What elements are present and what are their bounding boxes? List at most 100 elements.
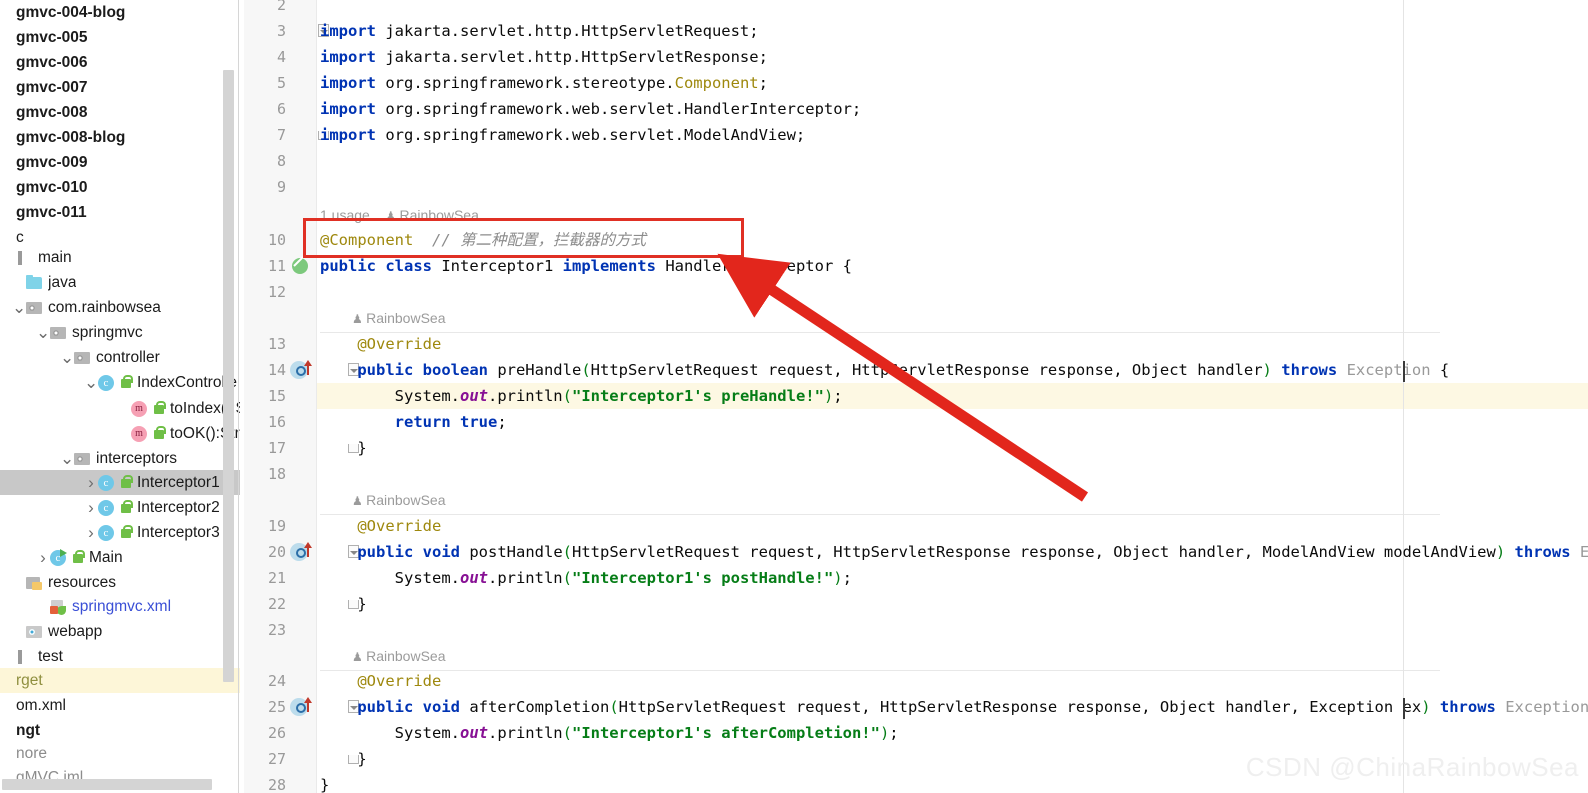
tree-item-rget[interactable]: rget: [0, 668, 240, 693]
code-line[interactable]: import jakarta.servlet.http.HttpServletR…: [320, 44, 768, 70]
code-line[interactable]: }: [320, 746, 366, 772]
tree-item-com-rainbowsea[interactable]: ⌄ com.rainbowsea: [0, 295, 240, 320]
tree-item-took-strin[interactable]: toOK():Strin: [0, 421, 240, 446]
sidebar-horizontal-scrollbar[interactable]: [2, 779, 212, 790]
inlay-hint[interactable]: ♟ RainbowSea: [352, 307, 445, 329]
code-token: (: [609, 698, 619, 716]
code-token: preHandle: [497, 361, 582, 379]
spring-bean-icon[interactable]: [292, 258, 308, 274]
editor-gutter[interactable]: 2 3 4 5 6 7 8 9 10 11 12 13 14 15 16 17 18 19 20 21 22 23 24 25…: [240, 0, 317, 793]
inlay-hint[interactable]: 1 usage ♟ RainbowSea: [320, 204, 479, 226]
tree-item-java[interactable]: java: [0, 270, 240, 295]
tree-item-springmvc[interactable]: ⌄ springmvc: [0, 320, 240, 345]
code-line[interactable]: @Override: [320, 668, 441, 694]
code-token: System.: [394, 387, 460, 405]
tree-item-gmvc-011[interactable]: gmvc-011: [0, 200, 240, 225]
tree-item-gmvc-008-blog[interactable]: gmvc-008-blog: [0, 125, 240, 150]
chevron-down-icon[interactable]: ⌄: [60, 349, 74, 366]
tree-item-interceptors[interactable]: ⌄ interceptors: [0, 446, 240, 471]
implements-arrow-icon[interactable]: [304, 542, 313, 558]
tree-item-gmvc-010[interactable]: gmvc-010: [0, 175, 240, 200]
line-number: 20: [267, 543, 286, 561]
tree-item-gmvc-004-blog[interactable]: gmvc-004-blog: [0, 0, 240, 25]
tree-item-indexcontrolle[interactable]: ⌄ IndexControlle: [0, 370, 240, 395]
project-tree-panel[interactable]: gmvc-004-blog gmvc-005 gmvc-006 gmvc-007…: [0, 0, 240, 793]
chevron-down-icon[interactable]: ⌄: [12, 299, 26, 316]
tree-item-label: main: [38, 248, 72, 266]
code-editor[interactable]: 2 3 4 5 6 7 8 9 10 11 12 13 14 15 16 17 18 19 20 21 22 23 24 25…: [240, 0, 1588, 793]
chevron-down-icon[interactable]: ⌄: [84, 374, 98, 391]
tree-item-main[interactable]: main: [0, 245, 240, 270]
author-hint[interactable]: RainbowSea: [366, 492, 445, 508]
code-token: import: [320, 74, 386, 92]
tree-item-om-xml[interactable]: om.xml: [0, 693, 240, 718]
author-hint[interactable]: RainbowSea: [366, 310, 445, 326]
tree-item-springmvc-xml[interactable]: springmvc.xml: [0, 594, 240, 619]
code-line[interactable]: import org.springframework.stereotype.Co…: [320, 70, 768, 96]
tree-item-gmvc-007[interactable]: gmvc-007: [0, 75, 240, 100]
code-token: class: [385, 257, 442, 275]
panel-divider[interactable]: [238, 0, 239, 793]
inlay-hint[interactable]: ♟ RainbowSea: [352, 489, 445, 511]
tree-item-ngt[interactable]: ngt: [0, 718, 240, 743]
code-line[interactable]: public class Interceptor1 implements Han…: [320, 253, 852, 279]
tree-item-toindex-st[interactable]: toIndex():St: [0, 396, 240, 421]
chevron-right-icon[interactable]: ›: [84, 499, 98, 516]
tree-item-label: com.rainbowsea: [48, 298, 161, 316]
chevron-down-icon[interactable]: ⌄: [36, 324, 50, 341]
line-number: 8: [276, 152, 286, 170]
code-line[interactable]: }: [320, 772, 329, 793]
tree-item-interceptor3[interactable]: › Interceptor3: [0, 520, 240, 545]
method-icon: [131, 401, 148, 417]
chevron-right-icon[interactable]: ›: [36, 549, 50, 566]
implements-arrow-icon[interactable]: [304, 360, 313, 376]
code-line[interactable]: }: [320, 435, 366, 461]
tree-item-gmvc-009[interactable]: gmvc-009: [0, 150, 240, 175]
chevron-right-icon[interactable]: ›: [84, 524, 98, 541]
usage-count-hint[interactable]: 1 usage: [320, 207, 370, 223]
code-line[interactable]: public boolean preHandle(HttpServletRequ…: [320, 357, 1449, 383]
code-line[interactable]: import jakarta.servlet.http.HttpServletR…: [320, 18, 759, 44]
tree-item-controller[interactable]: ⌄ controller: [0, 345, 240, 370]
tree-item-webapp[interactable]: webapp: [0, 619, 240, 644]
tree-item-gmvc-008[interactable]: gmvc-008: [0, 100, 240, 125]
tree-item-label: gmvc-009: [16, 153, 88, 171]
tree-item-resources[interactable]: resources: [0, 570, 240, 595]
code-line[interactable]: @Override: [320, 513, 441, 539]
sidebar-vertical-scrollbar[interactable]: [223, 70, 234, 682]
code-line[interactable]: import org.springframework.web.servlet.H…: [320, 96, 861, 122]
code-line[interactable]: public void afterCompletion(HttpServletR…: [320, 694, 1588, 720]
tree-item-gmvc-005[interactable]: gmvc-005: [0, 25, 240, 50]
code-token: ): [1495, 543, 1506, 561]
code-line[interactable]: public void postHandle(HttpServletReques…: [320, 539, 1588, 565]
code-line[interactable]: System.out.println("Interceptor1's preHa…: [320, 383, 843, 409]
inlay-hint[interactable]: ♟ RainbowSea: [352, 645, 445, 667]
tree-item-interceptor1[interactable]: › Interceptor1: [0, 470, 240, 495]
code-token: org.springframework.stereotype.: [385, 74, 675, 92]
tree-item-interceptor2[interactable]: › Interceptor2: [0, 495, 240, 520]
implements-arrow-icon[interactable]: [304, 697, 313, 713]
tree-item-label: Interceptor3: [137, 523, 220, 541]
code-line[interactable]: }: [320, 591, 366, 617]
method-separator: [320, 332, 1440, 333]
author-hint[interactable]: RainbowSea: [366, 648, 445, 664]
tree-item-main[interactable]: › Main: [0, 545, 240, 570]
code-token: import: [320, 48, 386, 66]
code-line[interactable]: import org.springframework.web.servlet.M…: [320, 122, 805, 148]
code-line[interactable]: System.out.println("Interceptor1's postH…: [320, 565, 852, 591]
code-line[interactable]: @Override: [320, 331, 441, 357]
code-line[interactable]: @Component // 第二种配置，拦截器的方式: [320, 227, 646, 253]
chevron-right-icon[interactable]: ›: [84, 474, 98, 491]
code-line[interactable]: return true;: [320, 409, 507, 435]
code-token: org.springframework.web.servlet.ModelAnd…: [385, 126, 806, 144]
tree-item-gmvc-006[interactable]: gmvc-006: [0, 50, 240, 75]
author-hint[interactable]: RainbowSea: [399, 207, 478, 223]
tree-item-test[interactable]: test: [0, 644, 240, 669]
code-line[interactable]: System.out.println("Interceptor1's after…: [320, 720, 899, 746]
tree-item-nore[interactable]: nore: [0, 741, 240, 766]
chevron-down-icon[interactable]: ⌄: [60, 450, 74, 467]
code-token: Interceptor1: [441, 257, 563, 275]
